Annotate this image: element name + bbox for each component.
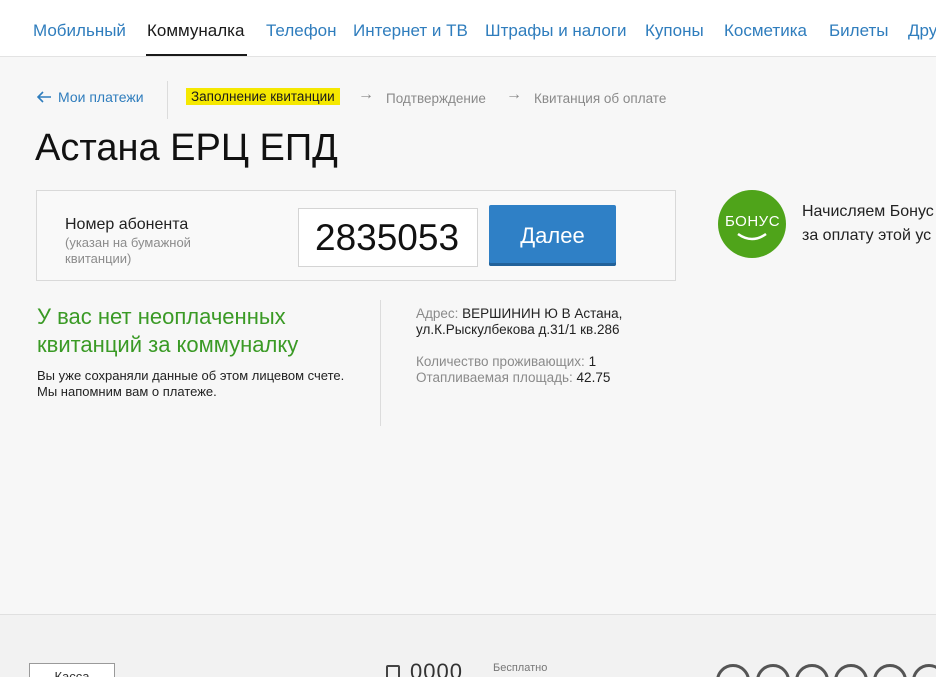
area-value: 42.75	[576, 370, 611, 385]
bonus-description: Начисляем Бонус за оплату этой ус	[802, 200, 936, 248]
account-number-input[interactable]	[298, 208, 478, 267]
step-fill-receipt: Заполнение квитанции	[186, 88, 340, 105]
area-key: Отапливаемая площадь:	[416, 370, 573, 385]
back-link[interactable]: Мои платежи	[37, 89, 144, 105]
next-button[interactable]: Далее	[489, 205, 616, 266]
page-title: Астана ЕРЦ ЕПД	[35, 127, 338, 169]
residents-value: 1	[588, 354, 597, 369]
address-key: Адрес:	[416, 306, 459, 321]
tab-mobile[interactable]: Мобильный	[33, 21, 126, 41]
footer: Касса 0000 Бесплатно	[0, 614, 936, 677]
status-title: У вас нет неоплаченных квитанций за комм…	[37, 304, 299, 357]
address-info: Адрес: ВЕРШИНИН Ю В Астана, ул.К.Рыскулб…	[416, 306, 656, 338]
step-arrow: →	[506, 86, 522, 103]
step-arrow: →	[358, 86, 374, 103]
bonus-text-line: Начисляем Бонус	[802, 203, 934, 220]
top-nav: Мобильный Коммуналка Телефон Интернет и …	[0, 0, 936, 57]
account-form: Номер абонента (указан на бумажной квита…	[36, 190, 676, 281]
odnoklassniki-icon[interactable]	[873, 664, 907, 677]
tab-other[interactable]: Дру	[908, 21, 936, 41]
bonus-text-line: за оплату этой ус	[802, 227, 932, 244]
phone-number[interactable]: 0000	[410, 659, 463, 677]
status-text-line: Вы уже сохраняли данные об этом лицевом …	[37, 368, 345, 383]
arrow-left-icon	[37, 91, 51, 103]
free-call-label: Бесплатно	[493, 662, 548, 674]
breadcrumb-divider	[167, 81, 168, 119]
status-text-line: Мы напомним вам о платеже.	[37, 384, 217, 399]
instagram-icon[interactable]	[834, 664, 868, 677]
kassa-button[interactable]: Касса	[29, 663, 115, 677]
twitter-icon[interactable]	[795, 664, 829, 677]
account-hint: (указан на бумажной квитанции)	[65, 235, 191, 266]
bonus-logo-text: БОНУС	[725, 213, 781, 230]
tab-tickets[interactable]: Билеты	[829, 21, 888, 41]
facebook-icon[interactable]	[716, 664, 750, 677]
social-icon[interactable]	[912, 664, 936, 677]
step-confirmation: Подтверждение	[386, 91, 486, 106]
vk-icon[interactable]	[756, 664, 790, 677]
area-info: Отапливаемая площадь: 42.75	[416, 370, 610, 386]
tab-utilities[interactable]: Коммуналка	[147, 21, 244, 41]
tab-internet-tv[interactable]: Интернет и ТВ	[353, 21, 468, 41]
residents-info: Количество проживающих: 1	[416, 354, 596, 370]
phone-icon	[386, 665, 400, 677]
tab-cosmetics[interactable]: Косметика	[724, 21, 807, 41]
tab-phone[interactable]: Телефон	[266, 21, 337, 41]
vertical-divider	[380, 300, 381, 426]
bonus-logo: БОНУС	[718, 190, 786, 258]
tab-fines-taxes[interactable]: Штрафы и налоги	[485, 21, 627, 41]
residents-key: Количество проживающих:	[416, 354, 585, 369]
account-label: Номер абонента	[65, 216, 189, 233]
status-text: Вы уже сохраняли данные об этом лицевом …	[37, 368, 347, 400]
tab-coupons[interactable]: Купоны	[645, 21, 704, 41]
active-tab-indicator	[146, 54, 247, 56]
back-link-label: Мои платежи	[58, 89, 144, 105]
step-payment-receipt: Квитанция об оплате	[534, 91, 667, 106]
